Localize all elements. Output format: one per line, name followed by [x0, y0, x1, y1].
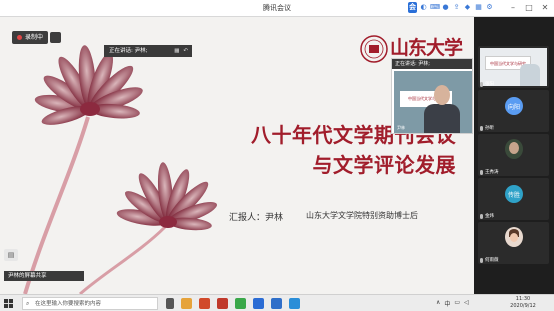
speaking-indicator-bar: 正在讲话: 尹林; ▦ ↶ [104, 45, 192, 57]
participant-name: 王秀涛 [480, 169, 499, 175]
avatar: 传胜 [505, 185, 523, 203]
windows-taskbar: ⌕ 在这里输入你要搜索的内容 ∧ 中 ▭ ◁ 11:30 2020/9/12 [0, 294, 554, 311]
meeting-app-icon[interactable] [289, 298, 300, 309]
close-button[interactable]: ✕ [540, 3, 550, 13]
pdf-icon[interactable] [217, 298, 228, 309]
mic-icon [480, 125, 483, 131]
wechat-icon[interactable] [235, 298, 246, 309]
window-title-bar: 腾讯会议 会 ◐ ⌨ ● ⇪ ◆ ▦ ⚙ – □ ✕ [0, 0, 554, 17]
slide-title-line2: 与文学评论发展 [312, 153, 456, 177]
meeting-toolbar: 会 ◐ ⌨ ● ⇪ ◆ ▦ ⚙ [408, 2, 494, 13]
avatar [505, 139, 523, 159]
chevron-up-icon[interactable]: ∧ [436, 299, 440, 308]
participant-tile[interactable]: 传胜 金炜 [478, 178, 549, 220]
chat-icon[interactable]: ◐ [419, 2, 428, 13]
speaker-head [434, 85, 450, 105]
avatar [505, 227, 523, 247]
mic-icon [480, 81, 483, 87]
recording-controls: 录制中 [12, 31, 62, 44]
settings-icon[interactable]: ⚙ [485, 2, 494, 13]
participant-name: 孙昕 [480, 125, 494, 131]
back-icon[interactable]: ↶ [183, 45, 188, 57]
maximize-button[interactable]: □ [524, 3, 534, 13]
taskbar-clock[interactable]: 11:30 2020/9/12 [503, 296, 543, 310]
person-silhouette [520, 64, 540, 86]
app-icon[interactable]: 会 [408, 2, 417, 13]
shirt-icon[interactable]: ◆ [463, 2, 472, 13]
seal-emblem-icon [360, 35, 388, 63]
word-icon[interactable] [271, 298, 282, 309]
volume-icon[interactable]: ◁ [464, 299, 469, 308]
participant-tile[interactable]: 中国当代文学与研究 张阳 [478, 46, 549, 88]
clock-date: 2020/9/12 [510, 303, 536, 309]
participant-name: 金炜 [480, 213, 494, 219]
speaking-label: 正在讲话: 尹林; [109, 48, 148, 54]
organization-text: 山东大学文学院特别资助博士后 [306, 211, 418, 220]
mic-icon [480, 213, 483, 219]
stop-recording-button[interactable] [50, 32, 62, 43]
speaker-body [424, 104, 460, 133]
keyboard-icon[interactable]: ⌨ [430, 2, 440, 13]
participant-name: 何雨薇 [480, 257, 499, 263]
floating-video-header: 正在讲话: 尹林; [392, 59, 472, 69]
participant-tile[interactable]: 向阳 孙昕 [478, 90, 549, 132]
mic-icon [480, 257, 483, 263]
logo-text: 山东大学 [390, 37, 463, 59]
avatar: 向阳 [505, 97, 523, 115]
participant-tile[interactable]: 何雨薇 [478, 222, 549, 264]
annotation-tool-button[interactable]: ▤ [4, 249, 18, 261]
taskbar-apps [166, 298, 300, 309]
record-dot-icon [17, 35, 22, 40]
mic-icon[interactable]: ● [441, 2, 450, 13]
participant-name: 张阳 [480, 81, 494, 87]
powerpoint-icon[interactable] [199, 298, 210, 309]
grid-icon[interactable]: ▦ [474, 2, 483, 13]
recording-indicator[interactable]: 录制中 [12, 31, 49, 44]
reporter-text: 汇报人：尹林 [229, 213, 284, 223]
share-icon[interactable]: ⇪ [452, 2, 461, 13]
mic-icon [480, 169, 483, 175]
network-icon[interactable]: ▭ [454, 299, 460, 308]
minimize-button[interactable]: – [508, 3, 518, 13]
clock-time: 11:30 [515, 296, 531, 302]
video-grid-icon[interactable]: ▦ [174, 45, 179, 57]
ime-indicator[interactable]: 中 [444, 299, 450, 308]
file-explorer-icon[interactable] [181, 298, 192, 309]
screen-share-tag: 尹林的屏幕共享 [4, 271, 84, 281]
system-tray: ∧ 中 ▭ ◁ [436, 299, 469, 308]
windows-start-icon[interactable] [4, 299, 13, 308]
participant-panel: 中国当代文学与研究 张阳 向阳 孙昕 王秀涛 传胜 金炜 何雨薇 [474, 17, 554, 294]
edge-icon[interactable] [253, 298, 264, 309]
task-view-icon[interactable] [166, 298, 174, 309]
search-icon: ⌕ [26, 300, 30, 307]
shared-screen-stage: 录制中 正在讲话: 尹林; ▦ ↶ 山东大学 八十年代文学期刊会议 与文学评论发展… [0, 17, 474, 294]
speaker-name: 尹林 [397, 125, 405, 130]
floating-speaker-video[interactable]: 正在讲话: 尹林; 中国当代文学与研究 尹林 [391, 58, 473, 134]
taskbar-search-input[interactable]: ⌕ 在这里输入你要搜索的内容 [22, 297, 158, 310]
participant-tile[interactable]: 王秀涛 [478, 134, 549, 176]
speaker-video-feed: 中国当代文学与研究 尹林 [394, 71, 472, 133]
